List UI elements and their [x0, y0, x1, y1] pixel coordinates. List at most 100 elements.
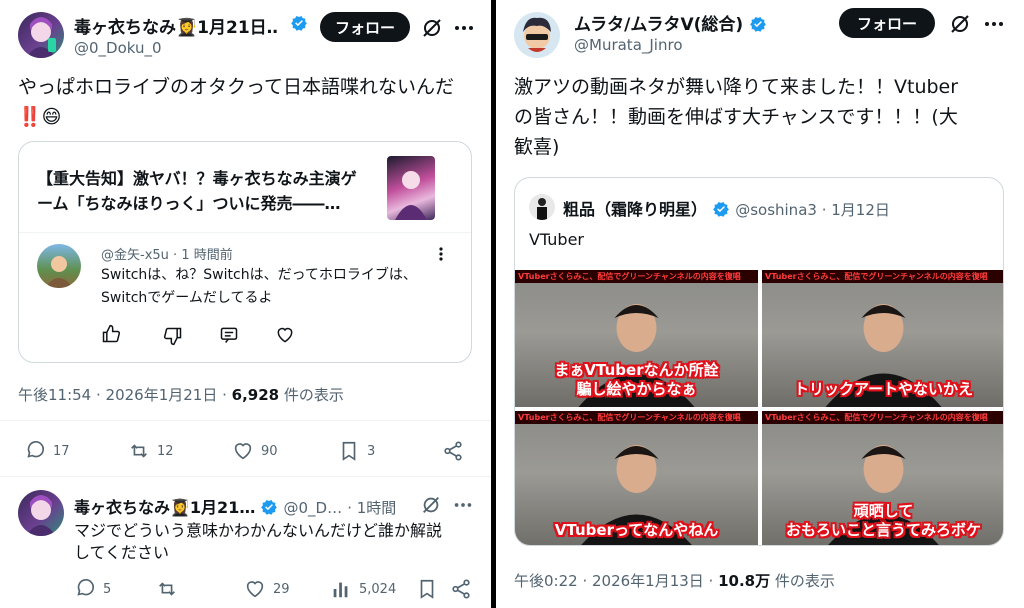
verified-badge-icon — [290, 14, 308, 33]
author-avatar[interactable] — [514, 12, 560, 58]
tweet-text: 激アツの動画ネタが舞い降りて来ました！！Vtuber の皆さん！！動画を伸ばす大… — [514, 72, 1014, 162]
tweet-text-line: やっぱホロライブのオタクって日本語喋れないんだ — [18, 76, 455, 98]
views-button[interactable]: 5,024 — [330, 578, 396, 600]
quote-text: VTuber — [529, 230, 585, 249]
frame-banner: VTuberさくらみこ、配信でグリーンチャンネルの内容を復唱 — [515, 411, 758, 424]
reply-count: 17 — [53, 443, 70, 459]
follow-button[interactable]: フォロー — [320, 12, 410, 42]
share-icon — [444, 441, 462, 461]
reply-post-text-line: してください — [74, 543, 170, 562]
grok-icon[interactable] — [420, 16, 444, 40]
video-frame[interactable]: VTuberさくらみこ、配信でグリーンチャンネルの内容を復唱頑晒して おもろいこと… — [762, 411, 1003, 545]
grok-icon[interactable] — [948, 12, 972, 36]
quote-author-name[interactable]: 粗品（霜降り明星） — [563, 200, 707, 219]
more-options-icon[interactable] — [452, 16, 476, 40]
quote-thumbnail[interactable] — [387, 156, 435, 220]
frame-caption: 頑晒して おもろいこと言うてみろボケ — [762, 502, 1003, 540]
more-options-icon[interactable] — [452, 494, 474, 520]
share-button[interactable] — [450, 578, 472, 600]
verified-badge-icon — [261, 499, 278, 515]
frame-caption-line: 騙し絵やからなぁ — [576, 380, 697, 398]
retweet-button[interactable] — [156, 578, 178, 600]
quoted-post-card[interactable]: 粗品（霜降り明星） @soshina3 · 1月12日 VTuber VTube… — [514, 177, 1004, 546]
reply-post-text-line: マジでどういう意味かわかんないんだけど誰か解説 — [74, 521, 443, 540]
right-tweet-panel: ムラタ/ムラタV(総合) @Murata_Jinro フォロー 激アツの動画ネタ… — [496, 0, 1024, 608]
bookmark-icon — [342, 441, 356, 461]
share-button[interactable] — [442, 440, 464, 462]
follow-button[interactable]: フォロー — [839, 8, 935, 38]
post-timestamp[interactable]: 午後11:54 · 2026年1月21日 · 6,928 件の表示 — [18, 384, 344, 405]
author-handle[interactable]: @0_Doku_0 — [74, 39, 162, 57]
frame-caption-line: トリックアートやないかえ — [793, 380, 974, 398]
like-count: 90 — [261, 443, 278, 459]
author-handle[interactable]: @Murata_Jinro — [574, 36, 683, 54]
author-avatar[interactable] — [18, 12, 64, 58]
like-button[interactable]: 90 — [232, 440, 278, 462]
reply-author-avatar[interactable] — [18, 490, 64, 536]
quote-media-grid[interactable]: VTuberさくらみこ、配信でグリーンチャンネルの内容を復唱 まぁVTuberなん… — [515, 270, 1003, 545]
post-timestamp[interactable]: 午後0:22 · 2026年1月13日 · 10.8万 件の表示 — [514, 570, 835, 591]
reply-text-line: Switchは、ね？Switchは、だってホロライブは、 — [101, 267, 417, 283]
video-frame[interactable]: VTuberさくらみこ、配信でグリーンチャンネルの内容を復唱トリックアートやない… — [762, 270, 1003, 407]
reply-author-line: 毒ヶ衣ちなみ👩‍🎓1月21… @0_D… · 1時間 — [74, 494, 414, 518]
quote-author-avatar[interactable] — [529, 194, 555, 220]
reply-author-name[interactable]: 毒ヶ衣ちなみ👩‍🎓1月21… — [74, 498, 255, 517]
retweet-button[interactable]: 12 — [128, 440, 174, 462]
video-frame[interactable]: VTuberさくらみこ、配信でグリーンチャンネルの内容を復唱まぁVTuberなん… — [515, 270, 758, 407]
reply-time: 1 時間前 — [181, 248, 233, 263]
reply-author-handle[interactable]: @0_D… — [284, 499, 343, 517]
author-name[interactable]: 毒ヶ衣ちなみ👩‍🎓1月21日… — [74, 13, 278, 38]
quote-author-line: 粗品（霜降り明星） @soshina3 · 1月12日 — [563, 196, 890, 220]
frame-banner: VTuberさくらみこ、配信でグリーンチャンネルの内容を復唱 — [515, 270, 758, 283]
frame-caption-line: VTuberってなんやねん — [554, 521, 719, 539]
retweet-icon — [131, 444, 147, 458]
retweet-count: 12 — [157, 443, 174, 459]
quote-author-handle[interactable]: @soshina3 · 1月12日 — [735, 201, 890, 219]
reply-button[interactable]: 17 — [24, 440, 70, 462]
reply-text: Switchは、ね？Switchは、だってホロライブは、 Switchでゲームだ… — [101, 264, 461, 310]
reply-button[interactable]: 5 — [74, 578, 111, 600]
thumbs-down-icon[interactable] — [163, 326, 183, 350]
frame-caption-line: おもろいこと言うてみろボケ — [785, 521, 981, 539]
thumbs-up-icon[interactable] — [101, 324, 121, 348]
bookmark-button[interactable] — [416, 578, 438, 600]
frame-caption-line: まぁVTuberなんか所詮 — [554, 361, 719, 379]
left-tweet-panel: 毒ヶ衣ちなみ👩‍🎓1月21日… @0_Doku_0 フォロー やっぱホロライブの… — [0, 0, 491, 608]
tweet-text-line: ‼️😄 — [18, 106, 62, 128]
reply-icon — [27, 441, 45, 458]
frame-banner: VTuberさくらみこ、配信でグリーンチャンネルの内容を復唱 — [762, 411, 1003, 424]
retweet-icon — [159, 582, 175, 596]
frame-caption-line: 頑晒して — [853, 502, 914, 520]
frame-caption: まぁVTuberなんか所詮 騙し絵やからなぁ — [515, 361, 758, 399]
reply-post-time[interactable]: · 1時間 — [347, 499, 396, 517]
share-icon — [452, 579, 470, 599]
view-count: 10.8万 — [718, 572, 771, 590]
reply-action-bar: 5 29 5,024 — [0, 578, 491, 602]
view-suffix: 件の表示 — [279, 386, 344, 404]
view-count: 5,024 — [359, 581, 397, 597]
reply-more-icon[interactable] — [433, 246, 449, 266]
reply-post-text: マジでどういう意味かわかんないんだけど誰か解説 してください — [74, 520, 442, 564]
like-button[interactable]: 29 — [244, 578, 290, 600]
tweet-text-line: 激アツの動画ネタが舞い降りて来ました！！Vtuber — [514, 76, 959, 98]
view-suffix: 件の表示 — [770, 572, 835, 590]
timestamp-text: 午後0:22 · 2026年1月13日 · — [514, 572, 719, 590]
reply-meta: @金矢-x5u · 1 時間前 — [101, 248, 233, 263]
quote-title[interactable]: 【重大告知】激ヤバ！？毒ヶ衣ちなみ主演ゲ ーム「ちなみほりっく」ついに発売――… — [37, 166, 377, 216]
quoted-post-card[interactable]: 【重大告知】激ヤバ！？毒ヶ衣ちなみ主演ゲ ーム「ちなみほりっく」ついに発売――…… — [18, 141, 472, 363]
author-name[interactable]: ムラタ/ムラタV(総合) — [574, 10, 767, 35]
verified-badge-icon — [750, 16, 767, 32]
timestamp-text: 午後11:54 · 2026年1月21日 · — [18, 386, 232, 404]
video-frame[interactable]: VTuberさくらみこ、配信でグリーンチャンネルの内容を復唱 VTuberってなん… — [515, 411, 758, 545]
heart-icon[interactable] — [275, 325, 295, 349]
reply-text-line: Switchでゲームだしてるよ — [101, 290, 273, 306]
grok-icon[interactable] — [420, 494, 442, 520]
like-icon — [234, 443, 252, 460]
bookmark-button[interactable]: 3 — [338, 440, 375, 462]
reply-avatar[interactable] — [37, 244, 81, 288]
frame-banner: VTuberさくらみこ、配信でグリーンチャンネルの内容を復唱 — [762, 270, 1003, 283]
more-options-icon[interactable] — [982, 12, 1006, 36]
comment-icon[interactable] — [219, 325, 239, 349]
tweet-text-line: 歓喜) — [514, 136, 560, 158]
tweet-text: やっぱホロライブのオタクって日本語喋れないんだ ‼️😄 — [18, 72, 478, 132]
